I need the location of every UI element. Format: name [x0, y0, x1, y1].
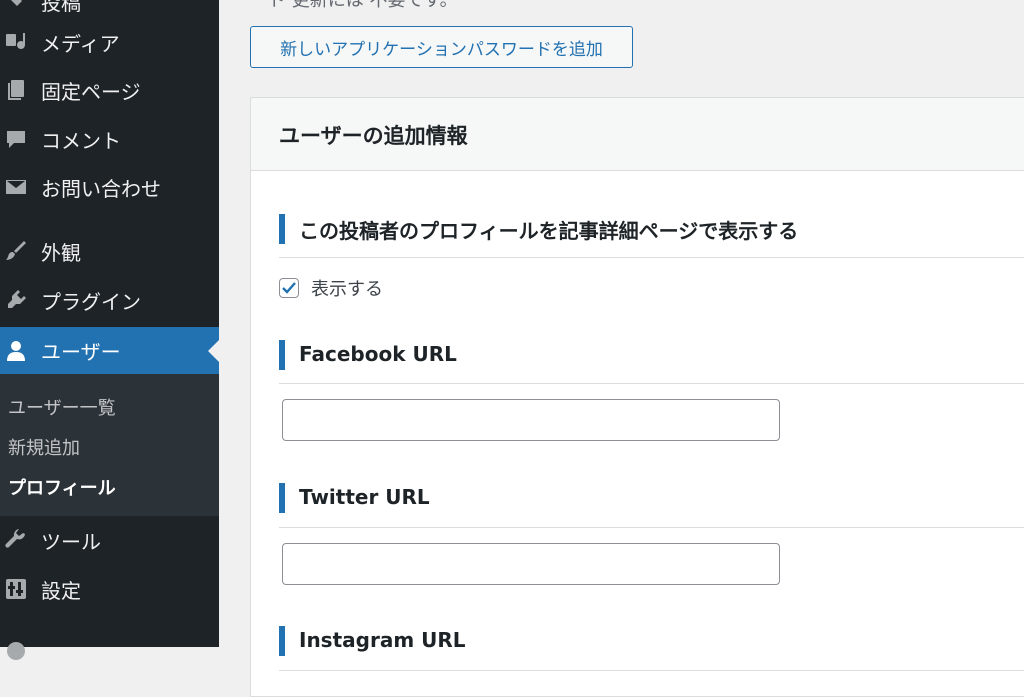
menu-label: メディア	[41, 31, 120, 56]
menu-label: 外観	[41, 240, 81, 265]
users-submenu: ユーザー一覧 新規追加 プロフィール	[0, 374, 219, 516]
plugin-icon	[3, 287, 29, 313]
section-title: Facebook URL	[299, 342, 457, 366]
section-title: Instagram URL	[299, 628, 466, 652]
checkmark-icon	[282, 282, 296, 294]
panel-header: ユーザーの追加情報	[251, 98, 1024, 171]
user-icon	[3, 338, 29, 364]
more-icon	[3, 638, 29, 664]
menu-label: コメント	[41, 128, 121, 153]
additional-user-info-panel: ユーザーの追加情報 この投稿者のプロフィールを記事詳細ページで表示する 表示する…	[250, 97, 1024, 697]
section-show-profile: この投稿者のプロフィールを記事詳細ページで表示する	[279, 211, 1024, 258]
page-icon	[3, 77, 29, 103]
menu-label: 投稿	[41, 0, 81, 15]
show-profile-checkbox-row[interactable]: 表示する	[279, 275, 383, 301]
menu-label: 固定ページ	[41, 79, 141, 104]
admin-sidebar: 投稿 メディア 固定ページ コメント お問い合わせ 外観 プラグイン ユーザー …	[0, 0, 219, 660]
submenu-item-profile[interactable]: プロフィール	[8, 474, 116, 500]
media-icon	[3, 29, 29, 55]
add-application-password-button[interactable]: 新しいアプリケーションパスワードを追加	[250, 26, 633, 68]
section-twitter-url: Twitter URL	[279, 483, 1024, 528]
show-profile-checkbox[interactable]	[279, 278, 299, 298]
comment-icon	[3, 126, 29, 152]
section-instagram-url: Instagram URL	[279, 626, 1024, 671]
menu-item-appearance[interactable]: 外観	[0, 228, 219, 274]
menu-item-tools[interactable]: ツール	[0, 517, 219, 563]
menu-label: お問い合わせ	[41, 176, 161, 201]
menu-label: プラグイン	[41, 289, 141, 314]
application-password-note: ード 更新には 不要です。	[250, 0, 458, 11]
section-facebook-url: Facebook URL	[279, 340, 1024, 384]
panel-title: ユーザーの追加情報	[279, 124, 468, 148]
menu-label: ツール	[41, 529, 101, 554]
section-title: Twitter URL	[299, 485, 430, 509]
menu-label: 設定	[41, 578, 81, 603]
current-menu-arrow	[208, 339, 219, 362]
menu-item-settings[interactable]: 設定	[0, 566, 219, 612]
menu-item-pages[interactable]: 固定ページ	[0, 67, 219, 113]
menu-item-comments[interactable]: コメント	[0, 116, 219, 162]
pin-icon	[3, 0, 29, 14]
facebook-url-input[interactable]	[282, 399, 780, 441]
brush-icon	[3, 238, 29, 264]
menu-item-media[interactable]: メディア	[0, 19, 219, 65]
wrench-icon	[3, 527, 29, 553]
section-accent-bar	[279, 626, 285, 656]
menu-item-users[interactable]: ユーザー	[0, 327, 219, 374]
twitter-url-input[interactable]	[282, 543, 780, 585]
settings-icon	[3, 576, 29, 602]
menu-item-more[interactable]	[0, 628, 219, 674]
section-accent-bar	[279, 483, 285, 513]
submenu-item-all-users[interactable]: ユーザー一覧	[8, 394, 116, 420]
mail-icon	[3, 174, 29, 200]
show-profile-label: 表示する	[311, 279, 383, 300]
section-title: この投稿者のプロフィールを記事詳細ページで表示する	[299, 219, 799, 243]
menu-item-contact[interactable]: お問い合わせ	[0, 164, 219, 210]
menu-item-plugins[interactable]: プラグイン	[0, 277, 219, 323]
menu-label: ユーザー	[41, 340, 121, 364]
submenu-item-add-new[interactable]: 新規追加	[8, 434, 80, 460]
section-accent-bar	[279, 340, 285, 370]
section-accent-bar	[279, 214, 285, 244]
